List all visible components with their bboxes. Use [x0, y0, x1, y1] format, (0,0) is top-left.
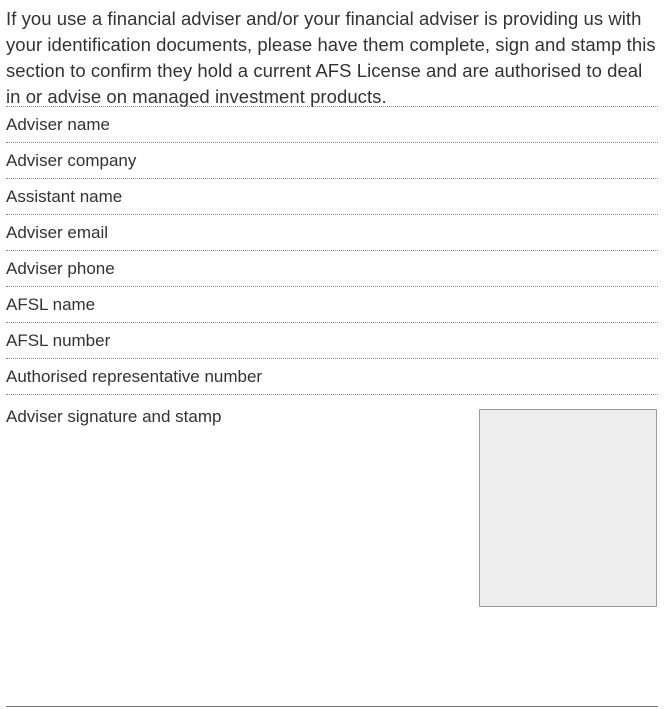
adviser-name-label: Adviser name [6, 115, 110, 134]
afsl-number-field[interactable]: AFSL number [6, 322, 658, 358]
signature-stamp-box[interactable] [479, 409, 657, 607]
adviser-phone-label: Adviser phone [6, 259, 115, 278]
afsl-number-label: AFSL number [6, 331, 111, 350]
adviser-signature-label: Adviser signature and stamp [6, 407, 222, 426]
adviser-email-field[interactable]: Adviser email [6, 214, 658, 250]
adviser-field-list: Adviser name Adviser company Assistant n… [6, 106, 658, 394]
adviser-company-field[interactable]: Adviser company [6, 142, 658, 178]
afsl-name-field[interactable]: AFSL name [6, 286, 658, 322]
adviser-company-label: Adviser company [6, 151, 137, 170]
afsl-name-label: AFSL name [6, 295, 96, 314]
adviser-name-field[interactable]: Adviser name [6, 106, 658, 142]
adviser-instructions-text: If you use a financial adviser and/or yo… [6, 8, 656, 107]
section-bottom-divider [6, 706, 658, 707]
adviser-email-label: Adviser email [6, 223, 109, 242]
adviser-signature-field[interactable]: Adviser signature and stamp [6, 394, 658, 628]
assistant-name-label: Assistant name [6, 187, 123, 206]
adviser-details-section: If you use a financial adviser and/or yo… [0, 0, 666, 709]
assistant-name-field[interactable]: Assistant name [6, 178, 658, 214]
authorised-representative-number-label: Authorised representative number [6, 367, 263, 386]
adviser-phone-field[interactable]: Adviser phone [6, 250, 658, 286]
authorised-representative-number-field[interactable]: Authorised representative number [6, 358, 658, 394]
